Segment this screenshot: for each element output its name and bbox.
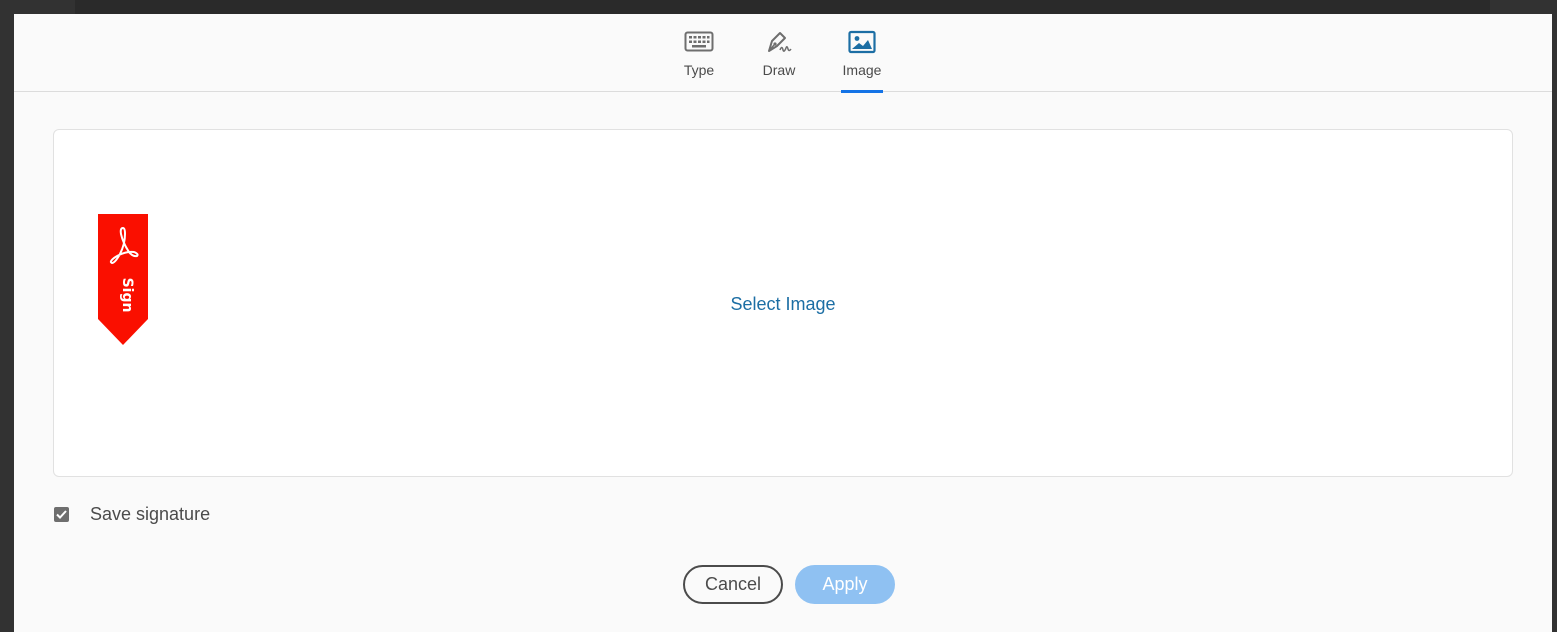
checkmark-icon [56, 510, 67, 519]
tab-type-label: Type [683, 62, 715, 78]
tab-image[interactable]: Image [841, 14, 883, 93]
tab-draw[interactable]: Draw [758, 14, 800, 92]
save-signature-option[interactable]: Save signature [54, 504, 210, 525]
signature-mode-tabs: Type Draw Image [14, 14, 1552, 93]
select-image-link[interactable]: Select Image [54, 294, 1512, 315]
tab-draw-label: Draw [762, 62, 796, 78]
tab-image-label: Image [842, 62, 882, 78]
pen-icon [763, 29, 795, 55]
tab-type[interactable]: Type [680, 14, 718, 92]
acrobat-sign-badge: Sign [98, 214, 148, 345]
backdrop [75, 0, 1490, 14]
save-signature-checkbox[interactable] [54, 507, 69, 522]
image-icon [848, 29, 876, 55]
keyboard-icon [684, 29, 714, 55]
apply-button[interactable]: Apply [795, 565, 895, 604]
signature-dialog: Type Draw Image Sign Select Image Save s… [14, 14, 1552, 632]
save-signature-label: Save signature [90, 504, 211, 524]
active-tab-indicator [841, 90, 883, 93]
cancel-button[interactable]: Cancel [683, 565, 783, 604]
image-drop-area[interactable]: Sign Select Image [53, 129, 1513, 477]
